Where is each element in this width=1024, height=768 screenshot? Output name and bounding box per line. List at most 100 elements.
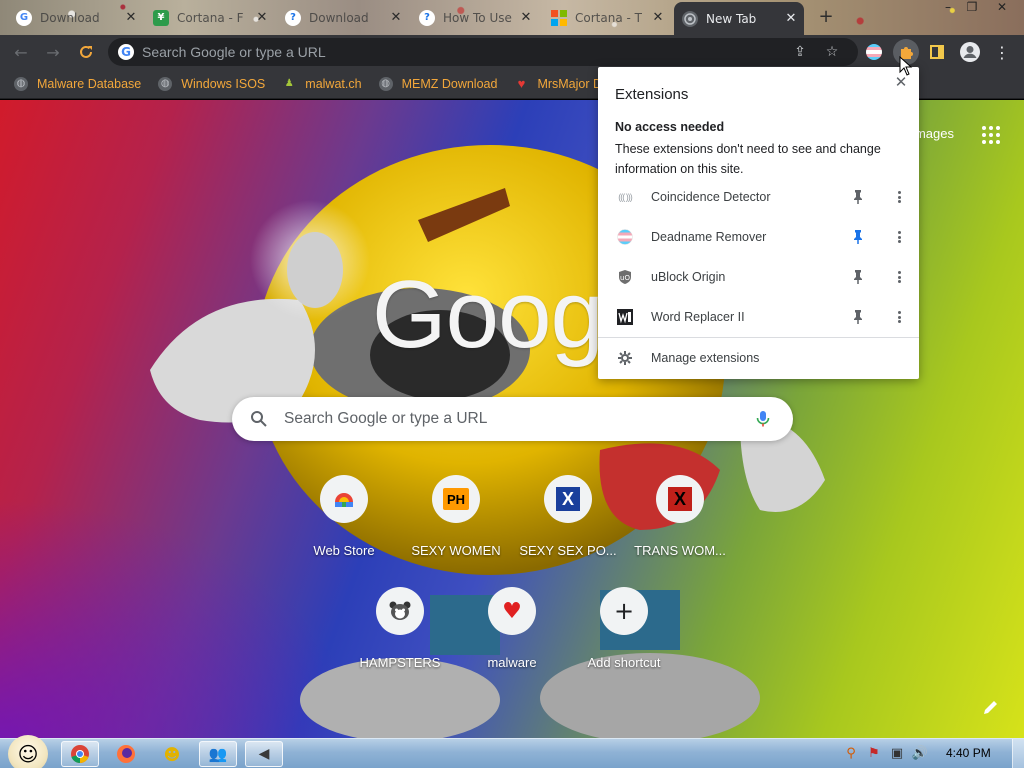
word-replacer-icon: [616, 308, 634, 326]
extension-name: Word Replacer II: [651, 310, 745, 324]
microsoft-favicon-icon: [551, 9, 567, 26]
restore-icon[interactable]: ❐: [960, 0, 984, 16]
bookmark-label: Malware Database: [37, 76, 142, 91]
network-icon[interactable]: ▣: [889, 745, 905, 761]
shortcut-web-store[interactable]: Web Store: [288, 475, 400, 587]
pin-icon[interactable]: [851, 189, 865, 205]
show-desktop-button[interactable]: [1012, 739, 1024, 768]
tab-new-tab[interactable]: New Tab ✕: [674, 2, 804, 35]
tab-4[interactable]: ? How To Use ✕: [411, 4, 539, 31]
pin-filled-icon[interactable]: [851, 229, 865, 245]
ntp-search-box[interactable]: Search Google or type a URL: [232, 397, 793, 441]
ntp-search-placeholder: Search Google or type a URL: [284, 410, 488, 427]
x-logo-red-icon: X: [656, 475, 704, 523]
bookmark-star-icon[interactable]: ☆: [822, 42, 842, 62]
extension-name: Deadname Remover: [651, 230, 767, 244]
forward-arrow-icon[interactable]: →: [40, 39, 66, 65]
side-panel-icon[interactable]: [924, 39, 950, 65]
action-center-flag-icon[interactable]: ⚑: [866, 745, 882, 761]
tab-3[interactable]: ? Download ✕: [277, 4, 409, 31]
tab-2[interactable]: ¥ Cortana - F ✕: [145, 4, 275, 31]
taskbar-app-5[interactable]: ◀: [245, 741, 283, 767]
shortcut-malware[interactable]: ♥ malware: [456, 587, 568, 699]
taskbar-chrome[interactable]: [61, 741, 99, 767]
tab-1[interactable]: G Download ✕: [8, 4, 144, 31]
bookmark-memz-download[interactable]: ◍ MEMZ Download: [378, 76, 497, 91]
extension-row-word-replacer[interactable]: Word Replacer II: [598, 297, 919, 337]
taskbar-clock[interactable]: 4:40 PM: [946, 746, 991, 760]
reload-icon[interactable]: [73, 39, 99, 65]
share-icon[interactable]: ⇪: [790, 42, 810, 62]
shortcut-sexy-women[interactable]: PH SEXY WOMEN: [400, 475, 512, 587]
pin-icon[interactable]: [851, 269, 865, 285]
google-apps-icon[interactable]: [980, 124, 1002, 146]
shortcut-label: HAMPSTERS: [359, 655, 441, 670]
shortcut-sexy-sex-po[interactable]: X SEXY SEX PO...: [512, 475, 624, 587]
browser-menu-icon[interactable]: ⋮: [989, 39, 1015, 65]
profile-avatar-icon[interactable]: [957, 39, 983, 65]
android-icon: ♟: [282, 76, 297, 91]
new-tab-plus-icon[interactable]: +: [812, 6, 840, 28]
google-g-icon: G: [118, 44, 134, 60]
omnibox[interactable]: G Search Google or type a URL ⇪ ☆: [108, 38, 858, 66]
more-options-icon[interactable]: [893, 229, 905, 245]
tab-close-icon[interactable]: ✕: [255, 10, 269, 25]
shortcut-label: TRANS WOM...: [634, 543, 726, 558]
mouse-cursor-icon: [899, 56, 913, 76]
tab-close-icon[interactable]: ✕: [519, 10, 533, 25]
chrome-webstore-icon: [320, 475, 368, 523]
svg-text:uO: uO: [620, 274, 630, 282]
globe-icon: ◍: [14, 76, 28, 91]
extension-row-deadname-remover[interactable]: Deadname Remover: [598, 217, 919, 257]
start-button-smiley-icon[interactable]: ☺: [8, 735, 48, 768]
tab-close-icon[interactable]: ✕: [124, 10, 138, 25]
microphone-icon[interactable]: [753, 409, 773, 429]
tab-title: Download: [40, 10, 100, 25]
close-icon[interactable]: ✕: [893, 75, 909, 91]
bookmark-windows-isos[interactable]: ◍ Windows ISOS: [158, 76, 266, 91]
window-close-icon[interactable]: ✕: [990, 0, 1014, 16]
bookmark-malware-database[interactable]: ◍ Malware Database: [14, 76, 142, 91]
extension-row-coincidence-detector[interactable]: ((( ))) Coincidence Detector: [598, 177, 919, 217]
bookmark-malwatch[interactable]: ♟ malwat.ch: [282, 76, 362, 91]
customize-pencil-icon[interactable]: [980, 696, 1002, 718]
green-shield-favicon-icon: ¥: [153, 9, 169, 26]
volume-icon[interactable]: 🔊: [912, 745, 928, 761]
pin-icon[interactable]: [851, 309, 865, 325]
taskbar-app-4[interactable]: 👥: [199, 741, 237, 767]
bookmark-label: Windows ISOS: [181, 76, 266, 91]
back-arrow-icon[interactable]: ←: [8, 39, 34, 65]
manage-extensions-label: Manage extensions: [651, 351, 760, 365]
trans-flag-extension-icon[interactable]: [861, 39, 887, 65]
extension-row-ublock-origin[interactable]: uO uBlock Origin: [598, 257, 919, 297]
heart-icon: ♥: [517, 76, 526, 91]
search-tray-icon[interactable]: ⚲: [843, 745, 859, 761]
divider: [598, 337, 919, 338]
shortcut-hampsters[interactable]: HAMPSTERS: [344, 587, 456, 699]
shortcut-trans-wom[interactable]: X TRANS WOM...: [624, 475, 736, 587]
gear-icon: [618, 351, 632, 365]
help-favicon-icon: ?: [285, 9, 301, 26]
taskbar-app-3[interactable]: ☻: [153, 741, 191, 767]
character-app-icon: ☻: [163, 744, 181, 764]
section-description: These extensions don't need to see and c…: [615, 142, 881, 176]
manage-extensions-button[interactable]: Manage extensions: [598, 339, 919, 377]
minimize-icon[interactable]: –: [936, 0, 960, 16]
ublock-shield-icon: uO: [616, 268, 634, 286]
tab-close-icon[interactable]: ✕: [651, 10, 665, 25]
tab-title: Download: [309, 10, 369, 25]
more-options-icon[interactable]: [893, 309, 905, 325]
more-options-icon[interactable]: [893, 189, 905, 205]
shortcut-add[interactable]: + Add shortcut: [568, 587, 680, 699]
people-app-icon: 👥: [208, 745, 228, 763]
speaker-app-icon: ◀: [258, 746, 270, 762]
shortcut-label: Web Store: [313, 543, 375, 558]
tab-close-icon[interactable]: ✕: [389, 10, 403, 25]
taskbar-firefox[interactable]: [107, 741, 145, 767]
x-logo-blue-icon: X: [544, 475, 592, 523]
omnibox-placeholder: Search Google or type a URL: [142, 44, 326, 60]
browser-toolbar: ← → G Search Google or type a URL ⇪ ☆ ⋮: [0, 35, 1024, 69]
more-options-icon[interactable]: [893, 269, 905, 285]
tab-5[interactable]: Cortana - T ✕: [543, 4, 671, 31]
tab-close-icon[interactable]: ✕: [784, 11, 798, 26]
